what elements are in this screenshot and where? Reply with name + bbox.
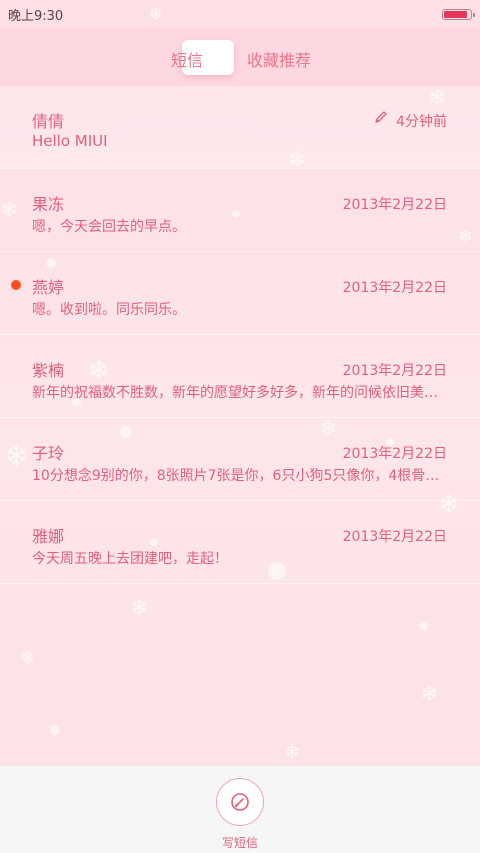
message-time: 2013年2月22日 <box>342 529 447 545</box>
snowflake-icon: ❄ <box>20 648 36 669</box>
snowflake-icon: ❄ <box>130 596 149 621</box>
status-time: 晚上9:30 <box>8 8 64 24</box>
snow-dot <box>50 725 60 735</box>
contact-name: 子玲 <box>32 444 65 463</box>
status-bar: 晚上9:30 <box>0 0 480 28</box>
message-preview: 新年的祝福数不胜数，新年的愿望好多好多，新年的问候依旧美好… <box>32 385 450 401</box>
contact-name: 倩倩 <box>32 112 65 131</box>
conversation-row[interactable]: 紫楠 2013年2月22日 新年的祝福数不胜数，新年的愿望好多好多，新年的问候依… <box>0 335 480 418</box>
message-preview: 今天周五晚上去团建吧，走起！ <box>32 551 228 567</box>
snow-dot <box>420 622 428 630</box>
message-time: 4分钟前 <box>396 114 447 130</box>
conversation-row[interactable]: 燕婷 2013年2月22日 嗯。收到啦。同乐同乐。 <box>0 252 480 335</box>
bottom-bar: 写短信 <box>0 765 480 853</box>
compose-button[interactable] <box>216 778 264 826</box>
message-preview: Hello MIUI <box>32 132 108 150</box>
conversation-row[interactable]: 倩倩 4分钟前 Hello MIUI <box>0 86 480 169</box>
snowflake-icon: ❄ <box>420 682 439 707</box>
message-time: 2013年2月22日 <box>342 446 447 462</box>
conversation-list: 倩倩 4分钟前 Hello MIUI 果冻 2013年2月22日 嗯，今天会回去… <box>0 86 480 584</box>
battery-icon <box>442 8 475 20</box>
message-preview: 10分想念9别的你，8张照片7张是你，6只小狗5只像你，4根骨头… <box>32 468 450 484</box>
contact-name: 雅娜 <box>32 527 65 546</box>
unread-indicator <box>11 280 21 290</box>
contact-name: 紫楠 <box>32 361 65 380</box>
compose-label: 写短信 <box>221 836 258 850</box>
snowflake-icon: ❄ <box>284 740 301 764</box>
message-time: 2013年2月22日 <box>342 197 447 213</box>
message-time: 2013年2月22日 <box>342 363 447 379</box>
message-time: 2013年2月22日 <box>342 280 447 296</box>
contact-name: 果冻 <box>32 195 65 214</box>
tab-messages[interactable]: 短信 <box>171 47 203 71</box>
compose-icon <box>231 793 249 811</box>
pencil-icon <box>375 111 387 123</box>
contact-name: 燕婷 <box>32 278 65 297</box>
tab-favorites-recommended[interactable]: 收藏推荐 <box>247 47 311 71</box>
conversation-row[interactable]: 雅娜 2013年2月22日 今天周五晚上去团建吧，走起！ <box>0 501 480 584</box>
battery-level <box>444 10 468 18</box>
header-tabs: 短信 收藏推荐 <box>0 28 480 86</box>
conversation-row[interactable]: 果冻 2013年2月22日 嗯，今天会回去的早点。 <box>0 169 480 252</box>
message-preview: 嗯。收到啦。同乐同乐。 <box>32 302 186 318</box>
message-preview: 嗯，今天会回去的早点。 <box>32 219 186 235</box>
conversation-row[interactable]: 子玲 2013年2月22日 10分想念9别的你，8张照片7张是你，6只小狗5只像… <box>0 418 480 501</box>
